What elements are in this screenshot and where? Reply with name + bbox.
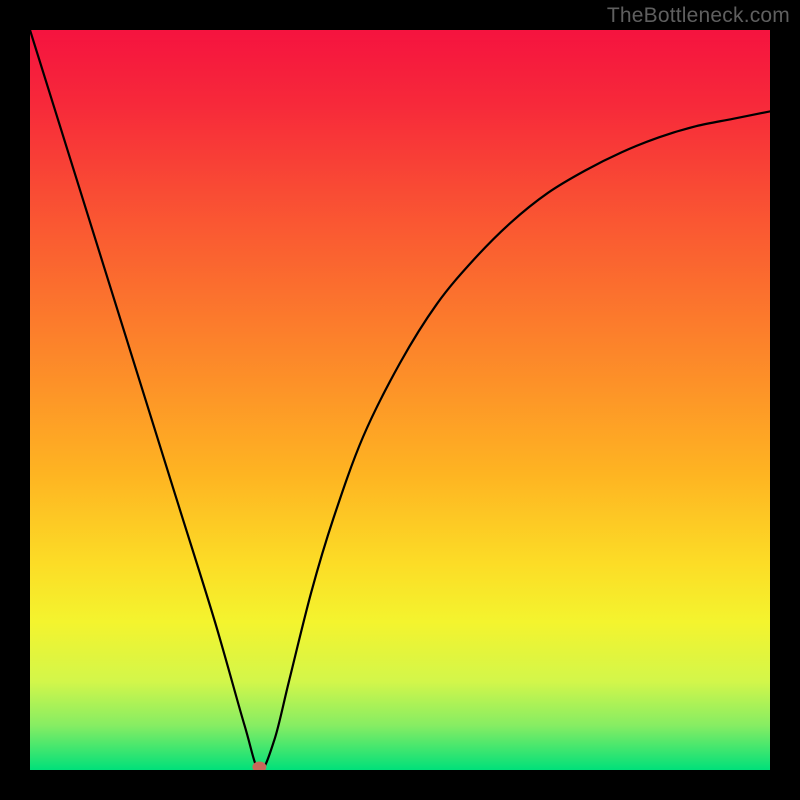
chart-frame bbox=[30, 30, 770, 770]
watermark-text: TheBottleneck.com bbox=[607, 4, 790, 28]
chart-svg bbox=[30, 30, 770, 770]
gradient-background bbox=[30, 30, 770, 770]
